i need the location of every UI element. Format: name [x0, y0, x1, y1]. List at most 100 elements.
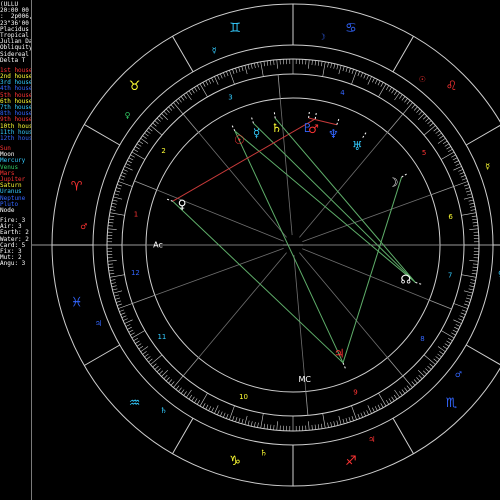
neptune-marker: [336, 118, 340, 125]
degree-tick: [418, 374, 423, 380]
degree-tick: [404, 387, 408, 392]
degree-tick: [217, 410, 220, 416]
degree-tick: [130, 154, 135, 158]
degree-tick: [124, 319, 133, 324]
natal-chart-wheel[interactable]: ♈♉♊♋♌♍♎♏♐♑♒♓♂♀☿☽☉☿♀♂♃♄♄♃123456789101112A…: [32, 0, 500, 500]
degree-tick: [260, 413, 264, 429]
degree-tick: [110, 209, 116, 211]
degree-tick: [360, 72, 363, 78]
degree-tick: [444, 143, 450, 147]
degree-tick: [470, 209, 476, 211]
degree-tick: [345, 418, 348, 423]
degree-tick: [444, 343, 450, 347]
degree-tick: [465, 300, 470, 303]
degree-tick: [170, 104, 175, 109]
degree-tick: [254, 63, 256, 69]
degree-tick: [194, 87, 198, 92]
pluto-marker: [308, 111, 310, 119]
degree-tick: [391, 396, 395, 402]
degree-tick: [378, 392, 387, 407]
degree-tick: [152, 363, 157, 368]
degree-tick: [144, 132, 149, 137]
degree-tick: [178, 387, 182, 392]
house-cusp-outer-8: [429, 299, 452, 310]
degree-tick: [468, 288, 474, 291]
degree-tick: [411, 381, 416, 386]
degree-tick: [440, 330, 455, 339]
degree-tick: [393, 394, 398, 400]
degree-tick: [173, 102, 184, 115]
degree-tick: [391, 88, 395, 94]
degree-tick: [133, 337, 139, 342]
jupiter-planet-icon: ♃: [334, 347, 345, 361]
degree-tick: [125, 163, 131, 166]
degree-tick: [322, 413, 326, 429]
degree-tick: [214, 405, 219, 414]
degree-tick: [342, 418, 345, 424]
degree-tick: [276, 421, 278, 431]
degree-tick: [470, 279, 476, 281]
degree-tick: [119, 309, 125, 312]
degree-tick: [366, 74, 369, 80]
degree-tick: [232, 416, 235, 421]
degree-tick: [250, 421, 253, 427]
degree-tick: [266, 60, 269, 66]
degree-tick: [241, 418, 244, 424]
degree-tick: [422, 370, 428, 375]
saturn-planet-icon: ♄: [271, 121, 282, 135]
venus-marker: [166, 198, 173, 202]
degree-tick: [263, 61, 265, 67]
ruler-icon: ♄: [260, 448, 267, 457]
degree-tick: [458, 318, 464, 321]
mercury-planet-icon: ☿: [253, 126, 260, 140]
degree-tick: [194, 398, 198, 403]
degree-tick: [150, 354, 163, 365]
sign-divider: [392, 36, 414, 73]
house-number-11: 11: [157, 333, 166, 341]
degree-tick: [138, 140, 144, 145]
degree-tick: [247, 420, 250, 426]
degree-tick: [317, 60, 320, 66]
degree-tick: [180, 96, 185, 101]
house-cusp-outer-5: [387, 113, 404, 133]
degree-tick: [351, 416, 354, 421]
degree-tick: [372, 77, 375, 83]
degree-tick: [413, 106, 418, 111]
house-cusp-outer-2: [134, 180, 157, 191]
degree-tick: [311, 424, 313, 431]
degree-tick: [327, 62, 329, 68]
degree-tick: [196, 85, 201, 91]
degree-tick: [442, 345, 448, 350]
degree-tick: [154, 120, 159, 125]
degree-tick: [439, 135, 444, 139]
degree-tick: [461, 309, 467, 312]
degree-tick: [121, 172, 127, 175]
degree-tick: [377, 80, 381, 86]
jupiter-marker: [342, 362, 346, 369]
degree-tick: [116, 187, 121, 190]
degree-tick: [435, 356, 440, 360]
house-cusp-line-4: [279, 98, 293, 236]
house-number-1: 1: [134, 210, 138, 218]
degree-tick: [133, 148, 139, 153]
degree-tick: [235, 68, 238, 73]
leo-sign-icon: ♌: [446, 79, 458, 94]
degree-tick: [451, 154, 456, 158]
degree-tick: [452, 157, 458, 161]
degree-tick: [175, 385, 180, 390]
degree-tick: [348, 68, 351, 73]
degree-tick: [466, 297, 471, 300]
chart-info-sidebar: (ULLU20:00 00: 2p006, 623"36'00PlacidusT…: [0, 0, 32, 500]
pluto-planet-icon: ♇: [302, 121, 313, 135]
degree-tick: [446, 340, 451, 344]
degree-tick: [199, 392, 208, 407]
mars-marker: [314, 112, 317, 120]
degree-tick: [115, 297, 120, 300]
degree-tick: [416, 377, 421, 382]
ruler-icon: ♀: [125, 111, 131, 120]
degree-tick: [321, 61, 323, 67]
degree-tick: [238, 418, 241, 423]
degree-tick: [458, 169, 464, 172]
degree-tick: [388, 398, 392, 403]
degree-tick: [411, 104, 416, 109]
